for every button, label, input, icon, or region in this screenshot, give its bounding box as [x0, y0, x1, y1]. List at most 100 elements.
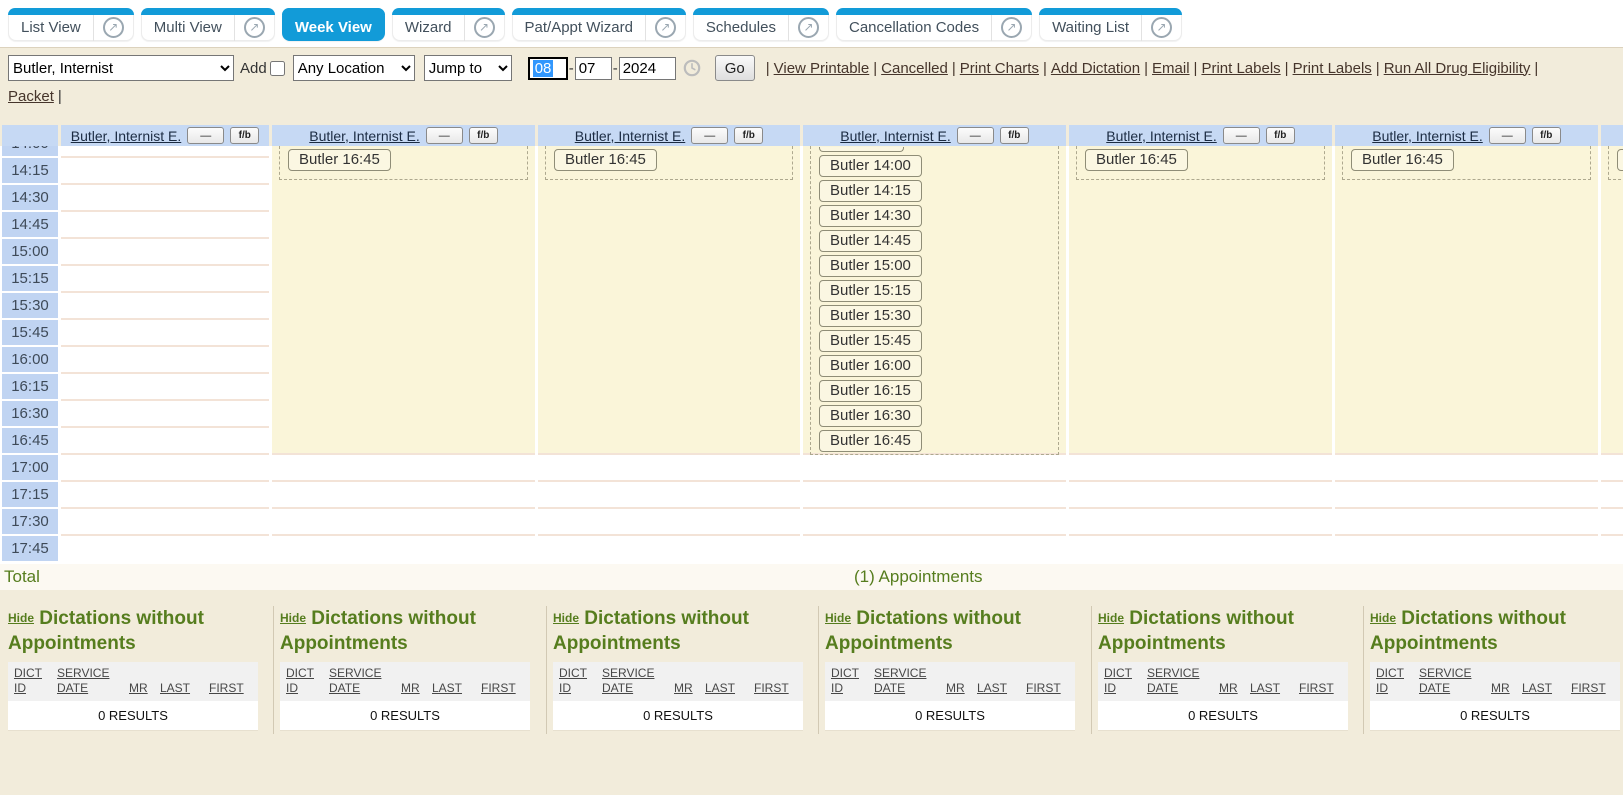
schedule-column[interactable]: Butler 16:45	[1335, 146, 1598, 564]
provider-link[interactable]: Butler, Internist E.	[1372, 128, 1483, 144]
tab-multi-view[interactable]: Multi View↗	[141, 8, 275, 41]
fb-button[interactable]: f/b	[734, 127, 763, 144]
jump-to-select[interactable]: Jump to	[424, 55, 512, 81]
link-view-printable[interactable]: View Printable	[774, 60, 870, 77]
date-year-input[interactable]	[619, 57, 676, 80]
column-header-link[interactable]: DICT	[559, 666, 587, 681]
appointment-button[interactable]: Butler 14:15	[819, 180, 922, 202]
link-cancelled[interactable]: Cancelled	[881, 60, 948, 77]
popout-icon[interactable]: ↗	[798, 17, 819, 38]
schedule-column[interactable]: Butler 14:00 Butler 14:15 Butler 14:30 Butl…	[803, 146, 1066, 564]
location-select[interactable]: Any Location	[293, 55, 415, 81]
appointment-button[interactable]: Butler 16:45	[819, 430, 922, 452]
column-header-link[interactable]: DATE	[57, 681, 88, 696]
schedule-column[interactable]	[61, 146, 269, 564]
provider-link[interactable]: Butler, Internist E.	[1106, 128, 1217, 144]
column-header-link[interactable]: SERVICE	[874, 666, 926, 681]
column-header-link[interactable]: ID	[1104, 681, 1116, 696]
fb-button[interactable]: f/b	[469, 127, 498, 144]
tab-schedules[interactable]: Schedules↗	[693, 8, 829, 41]
link-print-charts[interactable]: Print Charts	[960, 60, 1039, 77]
provider-select[interactable]: Butler, Internist	[8, 55, 234, 81]
appointment-button[interactable]: Butler 15:45	[819, 330, 922, 352]
appointment-button[interactable]: Butler 14:45	[819, 230, 922, 252]
appointment-button[interactable]: Butler 16:45	[554, 149, 657, 171]
appointment-button[interactable]: Butler 16:45	[288, 149, 391, 171]
fb-button[interactable]: f/b	[1532, 127, 1561, 144]
popout-icon[interactable]: ↗	[474, 17, 495, 38]
appointment-button[interactable]: Butler 14:30	[819, 205, 922, 227]
link-run-all-drug-eligibility[interactable]: Run All Drug Eligibility	[1384, 60, 1531, 77]
packet-link[interactable]: Packet	[8, 88, 54, 105]
column-header-link[interactable]: LAST	[160, 681, 190, 696]
column-header-link[interactable]: FIRST	[209, 681, 244, 696]
column-header-link[interactable]: LAST	[432, 681, 462, 696]
column-header-link[interactable]: ID	[14, 681, 26, 696]
column-header-link[interactable]: DICT	[1104, 666, 1132, 681]
hide-link[interactable]: Hide	[1370, 611, 1396, 625]
appointment-button[interactable]: Butler 15:00	[819, 255, 922, 277]
collapse-column-button[interactable]: —	[426, 127, 463, 144]
provider-link[interactable]: Butler, Internist E.	[575, 128, 686, 144]
appointment-button[interactable]: Butler 15:30	[819, 305, 922, 327]
column-header-link[interactable]: FIRST	[1026, 681, 1061, 696]
column-header-link[interactable]: FIRST	[1299, 681, 1334, 696]
appointment-button[interactable]: Butler 16:45	[1617, 149, 1623, 171]
column-header-link[interactable]: SERVICE	[602, 666, 654, 681]
column-header-link[interactable]: FIRST	[754, 681, 789, 696]
fb-button[interactable]: f/b	[1266, 127, 1295, 144]
collapse-column-button[interactable]: —	[1489, 127, 1526, 144]
column-header-link[interactable]: LAST	[977, 681, 1007, 696]
hide-link[interactable]: Hide	[1098, 611, 1124, 625]
provider-link[interactable]: Butler, Internist E.	[840, 128, 951, 144]
column-header-link[interactable]: ID	[559, 681, 571, 696]
provider-link[interactable]: Butler, Internist E.	[309, 128, 420, 144]
link-print-labels[interactable]: Print Labels	[1293, 60, 1372, 77]
link-email[interactable]: Email	[1152, 60, 1190, 77]
date-month-input[interactable]: 08	[528, 57, 568, 80]
column-header-link[interactable]: FIRST	[1571, 681, 1606, 696]
column-header-link[interactable]: ID	[1376, 681, 1388, 696]
column-header-link[interactable]: LAST	[1250, 681, 1280, 696]
tab-wizard[interactable]: Wizard↗	[392, 8, 505, 41]
schedule-column[interactable]: Butler 16:45	[1069, 146, 1332, 564]
link-add-dictation[interactable]: Add Dictation	[1051, 60, 1140, 77]
tab-list-view[interactable]: List View↗	[8, 8, 134, 41]
appointment-button[interactable]: Butler 16:45	[1085, 149, 1188, 171]
appointment-button[interactable]: Butler 14:00	[819, 155, 922, 177]
column-header-link[interactable]: SERVICE	[1147, 666, 1199, 681]
date-day-input[interactable]	[575, 57, 612, 80]
column-header-link[interactable]: SERVICE	[1419, 666, 1471, 681]
collapse-column-button[interactable]: —	[187, 127, 224, 144]
schedule-column[interactable]: Butler 16:45	[272, 146, 535, 564]
collapse-column-button[interactable]: —	[1223, 127, 1260, 144]
hide-link[interactable]: Hide	[8, 611, 34, 625]
column-header-link[interactable]: DICT	[286, 666, 314, 681]
add-checkbox[interactable]	[270, 61, 285, 76]
column-header-link[interactable]: DATE	[329, 681, 360, 696]
column-header-link[interactable]: DATE	[874, 681, 905, 696]
appointment-button[interactable]: Butler 16:15	[819, 380, 922, 402]
column-header-link[interactable]: DICT	[14, 666, 42, 681]
schedule-column[interactable]: Butler 16:45	[538, 146, 800, 564]
popout-icon[interactable]: ↗	[244, 17, 265, 38]
appointment-button[interactable]: Butler 15:15	[819, 280, 922, 302]
column-header-link[interactable]: SERVICE	[329, 666, 381, 681]
appointment-button[interactable]: Butler 16:00	[819, 355, 922, 377]
fb-button[interactable]: f/b	[230, 127, 259, 144]
tab-pat-appt-wizard[interactable]: Pat/Appt Wizard↗	[512, 8, 686, 41]
collapse-column-button[interactable]: —	[691, 127, 728, 144]
popout-icon[interactable]: ↗	[103, 17, 124, 38]
popout-icon[interactable]: ↗	[655, 17, 676, 38]
column-header-link[interactable]: MR	[674, 681, 693, 696]
column-header-link[interactable]: DATE	[1419, 681, 1450, 696]
tab-cancellation-codes[interactable]: Cancellation Codes↗	[836, 8, 1032, 41]
fb-button[interactable]: f/b	[1000, 127, 1029, 144]
column-header-link[interactable]: MR	[1491, 681, 1510, 696]
column-header-link[interactable]: MR	[401, 681, 420, 696]
column-header-link[interactable]: LAST	[1522, 681, 1552, 696]
column-header-link[interactable]: DATE	[1147, 681, 1178, 696]
column-header-link[interactable]: DATE	[602, 681, 633, 696]
clock-icon[interactable]	[683, 59, 701, 77]
appointment-button[interactable]: Butler 16:45	[1351, 149, 1454, 171]
